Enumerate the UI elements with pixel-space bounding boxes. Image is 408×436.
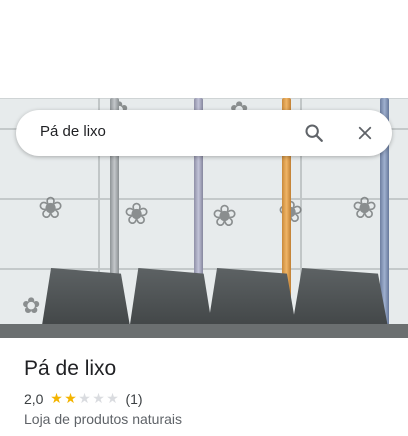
place-category: Loja de produtos naturais bbox=[24, 411, 182, 427]
top-blank-area bbox=[0, 0, 408, 98]
tile-flower: ✿ bbox=[22, 294, 41, 319]
star-empty-icon: ★ bbox=[106, 391, 119, 407]
star-filled-icon: ★ bbox=[50, 391, 63, 407]
clear-search-button[interactable] bbox=[349, 117, 381, 149]
search-bar[interactable]: Pá de lixo bbox=[16, 110, 392, 156]
tile-flower: ❀ bbox=[352, 191, 378, 226]
star-empty-icon: ★ bbox=[92, 391, 105, 407]
tile-flower: ❀ bbox=[212, 199, 238, 234]
search-button[interactable] bbox=[298, 117, 330, 149]
star-empty-icon: ★ bbox=[78, 391, 91, 407]
floor bbox=[0, 324, 408, 338]
star-filled-icon: ★ bbox=[64, 391, 77, 407]
tile-flower: ❀ bbox=[38, 191, 64, 226]
rating-value: 2,0 bbox=[24, 391, 44, 407]
tile-flower: ❀ bbox=[124, 197, 150, 232]
rating-stars: ★ ★ ★ ★ ★ bbox=[49, 392, 119, 406]
place-title[interactable]: Pá de lixo bbox=[24, 357, 116, 381]
search-icon bbox=[305, 124, 323, 142]
rating-row[interactable]: 2,0 ★ ★ ★ ★ ★ (1) bbox=[24, 390, 143, 408]
review-count[interactable]: (1) bbox=[125, 391, 142, 407]
search-input[interactable]: Pá de lixo bbox=[40, 123, 106, 140]
close-icon bbox=[358, 126, 372, 140]
